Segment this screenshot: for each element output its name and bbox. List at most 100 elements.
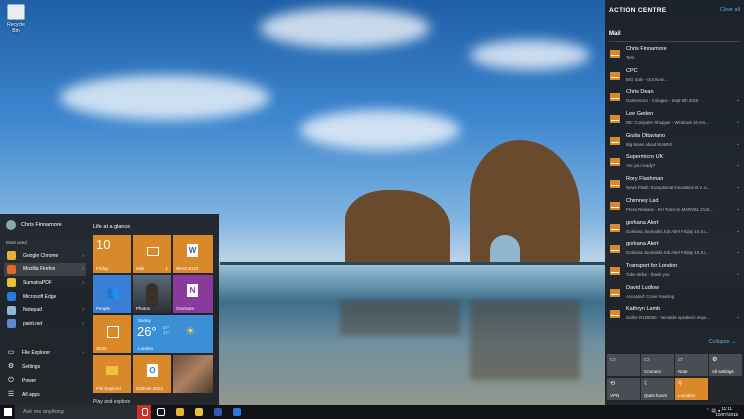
mail-envelope-icon [610,310,620,319]
chevron-right-icon[interactable]: › [82,307,84,313]
chevron-down-icon: ⌄ [731,339,736,345]
folder-icon [106,366,118,375]
file-explorer-icon[interactable] [195,408,203,416]
chevron-right-icon[interactable]: › [82,280,84,286]
power-icon: ⏻ [8,377,14,384]
news-tile[interactable] [173,355,213,393]
collapse-button[interactable]: Collapse ⌄ [708,339,736,345]
photos-tile[interactable]: Photos [133,275,171,313]
app-icon [7,278,16,288]
life-at-a-glance-heading: Life at a glance [93,224,131,230]
quick-action-tile[interactable]: ▭ Connect [641,354,674,376]
word-tile[interactable]: W Word 2013 [173,235,213,273]
most-used-app[interactable]: Google Chrome › [4,249,86,263]
chevron-down-icon[interactable]: ⌄ [736,162,740,168]
cortana-search-box[interactable]: Ask me anything [15,405,137,419]
quick-action-tile[interactable]: ⚲ Location [675,378,708,400]
microphone-icon [142,408,148,416]
mail-notification[interactable]: Transport for London Tube strike - thank … [605,260,744,282]
chevron-right-icon[interactable]: › [82,266,84,272]
mail-notification[interactable]: gorkana Alert Gorkana Journalist Job Aler… [605,217,744,239]
chevron-down-icon[interactable]: ⌄ [736,141,740,147]
mail-envelope-icon [610,50,620,58]
start-system-label: All apps [22,392,40,398]
notification-sender: Supermicro UK [626,154,664,161]
start-system-item[interactable]: ⚙ Settings [4,360,86,374]
mail-notification[interactable]: Chimney Lad Press Release - EH Turns to M… [605,195,744,217]
mail-notification[interactable]: CPC BIG Sale - Out Now... [605,65,744,87]
notification-sender: Chimney Lad [626,197,659,204]
taskbar-clock[interactable]: 11:11 10/07/2015 [715,406,738,418]
word-tile-label: Word 2013 [176,266,198,271]
mail-notification[interactable]: gorkana Alert Gorkana Journalist Job Aler… [605,238,744,260]
chrome-icon[interactable] [176,408,184,416]
mail-tile[interactable]: Mail 1 [133,235,171,273]
weather-tile[interactable]: Sunny 26° 27° 17° ☀ London [133,315,213,353]
tablet-mode-icon: ▭ [610,357,616,363]
chevron-down-icon[interactable]: ⌄ [736,249,740,255]
mail-notification[interactable]: Kathryn Lamb Scifier R100000 - Versatile … [605,303,744,325]
word-icon[interactable] [214,408,222,416]
user-account[interactable]: Chris Finnamore [6,220,62,230]
mail-notification[interactable]: Supermicro UK Are you ready? ⌄ [605,151,744,173]
most-used-app[interactable]: paint.net › [4,317,86,331]
chevron-down-icon[interactable]: ⌄ [736,314,740,320]
chevron-right-icon[interactable]: › [82,321,84,327]
mail-notification[interactable]: David Ludlow Accepted: Cover meeting [605,282,744,304]
recycle-bin-desktop-icon[interactable]: Recycle Bin [5,4,27,34]
most-used-app[interactable]: Notepad › [4,303,86,317]
onenote-tile[interactable]: N OneNote [173,275,213,313]
quick-action-tile[interactable]: ☾ Quiet hours [641,378,674,400]
chevron-down-icon[interactable]: ⌄ [736,184,740,190]
outlook-tile[interactable]: O Outlook 2013 [133,355,171,393]
quick-action-tile[interactable]: ▱ Note [675,354,708,376]
clear-all-link[interactable]: Clear all [720,7,740,13]
mail-envelope-icon [610,93,620,102]
chevron-down-icon[interactable]: ⌄ [736,271,740,277]
start-system-item[interactable]: ⏻ Power [4,374,86,388]
settings-icon: ⚙ [712,357,718,363]
action-centre-panel: ACTION CENTRE Clear all Mail Chris Finna… [605,0,744,405]
avatar [6,220,16,230]
file-explorer-tile[interactable]: File Explorer [93,355,131,393]
mail-notification[interactable]: Lee Geden RE: Computer Shopper - Windows … [605,108,744,130]
task-view-icon[interactable] [157,408,165,416]
chevron-down-icon[interactable]: ⌄ [736,228,740,234]
chevron-down-icon[interactable]: ⌄ [736,119,740,125]
quick-action-label: Note [678,369,688,374]
outlook-icon[interactable] [233,408,241,416]
user-name: Chris Finnamore [21,222,62,228]
calendar-tile[interactable]: 10 Friday [93,235,131,273]
start-system-item[interactable]: ☰ All apps [4,388,86,402]
app-icon [7,319,16,329]
chevron-right-icon[interactable]: › [82,350,84,356]
app-label: SumatraPDF [23,279,52,286]
mail-notification[interactable]: Chris Dean Gamescom - Cologne - Sept 5th … [605,86,744,108]
most-used-app[interactable]: SumatraPDF › [4,276,86,290]
notification-message: RE: Computer Shopper - Windows 10 em... [626,120,709,126]
chevron-right-icon[interactable]: › [82,253,84,259]
divider [609,41,740,42]
quick-action-tile[interactable]: ⟲ VPN [607,378,640,400]
notification-sender: gorkana Alert [626,241,659,248]
rock-arch-opening [490,235,520,265]
chevron-down-icon[interactable]: ⌄ [736,97,740,103]
app-label: Microsoft Edge [23,293,57,300]
start-button[interactable] [4,408,12,416]
quick-action-tile[interactable]: ⚙ All settings [709,354,742,376]
microphone-button[interactable] [137,405,151,419]
people-tile[interactable]: 👥 People [93,275,131,313]
mail-envelope-icon [610,201,620,210]
chevron-down-icon[interactable]: ⌄ [736,206,740,212]
mail-notification[interactable]: Rory Flashman News Flash: Exceptional Inn… [605,173,744,195]
start-system-item[interactable]: ▭ File Explorer › [4,346,86,360]
mail-notification[interactable]: Chris Finnamore Test [605,43,744,65]
quick-action-tile[interactable]: ▭ [607,354,640,376]
most-used-app[interactable]: Microsoft Edge [4,290,86,304]
recycle-bin-icon [7,4,25,20]
store-tile[interactable]: Store [93,315,131,353]
weather-hi-lo: 27° 17° [163,325,170,335]
most-used-app[interactable]: Mozilla Firefox › [4,262,86,277]
outlook-tile-label: Outlook 2013 [136,386,163,391]
mail-notification[interactable]: Giulia Ottaviano Big News about NUMIX! ⌄ [605,130,744,152]
